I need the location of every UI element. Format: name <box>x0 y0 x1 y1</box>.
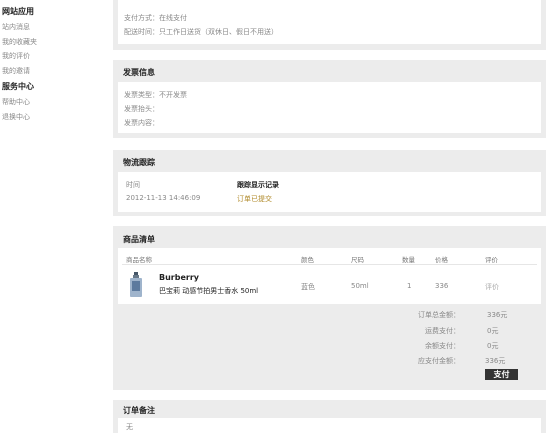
invoice-panel: 发票信息 发票类型：不开发票 发票抬头： 发票内容： <box>113 60 546 138</box>
product-size: 50ml <box>351 282 369 290</box>
logistics-panel-body: 时间 跟踪显示记录 2012-11-13 14:46:09 订单已提交 <box>118 172 541 212</box>
invoice-panel-body: 发票类型：不开发票 发票抬头： 发票内容： <box>118 82 541 133</box>
logistics-time-value: 2012-11-13 14:46:09 <box>126 194 201 202</box>
delivery-time-text: 配送时间：只工作日送货（双休日、假日不用送） <box>124 28 278 36</box>
review-link[interactable]: 评价 <box>485 282 499 292</box>
order-remark-title: 订单备注 <box>123 406 155 415</box>
order-remark-body: 无 <box>118 418 541 433</box>
product-name-link[interactable]: 巴宝莉 动感节拍男士香水 50ml <box>159 286 258 296</box>
sidebar-item-help[interactable]: 帮助中心 <box>2 97 30 107</box>
column-header-quantity: 数量 <box>402 256 415 264</box>
invoice-type-text: 发票类型：不开发票 <box>124 91 187 99</box>
product-price: 336 <box>435 282 449 290</box>
summary-balance-label: 余额支付： <box>425 342 460 350</box>
product-brand-link[interactable]: Burberry <box>159 273 199 282</box>
summary-due-label: 应支付金额： <box>418 357 460 365</box>
summary-total-value: 336元 <box>487 311 508 319</box>
sidebar-section-title-service: 服务中心 <box>2 82 34 91</box>
order-remark-value: 无 <box>126 423 133 431</box>
summary-balance-value: 0元 <box>487 342 499 350</box>
column-header-size: 尺码 <box>351 256 364 264</box>
sidebar-item-favorites[interactable]: 我的收藏夹 <box>2 37 37 47</box>
summary-shipping-label: 运费支付： <box>425 327 460 335</box>
sidebar-item-messages[interactable]: 站内消息 <box>2 22 30 32</box>
pay-button[interactable]: 支付 <box>485 369 518 380</box>
summary-due-value: 336元 <box>485 357 506 365</box>
product-color: 蓝色 <box>301 283 315 291</box>
invoice-header-text: 发票抬头： <box>124 105 159 113</box>
header-divider <box>122 264 537 265</box>
column-header-name: 商品名称 <box>126 256 152 264</box>
summary-shipping-value: 0元 <box>487 327 499 335</box>
logistics-record-label: 跟踪显示记录 <box>237 181 279 189</box>
logistics-time-label: 时间 <box>126 181 140 189</box>
order-remark-panel: 订单备注 无 <box>113 400 546 433</box>
product-list-panel: 商品清单 商品名称 颜色 尺码 数量 价格 评价 Burberry 巴宝莉 动感… <box>113 226 546 390</box>
sidebar-item-invites[interactable]: 我的邀请 <box>2 66 30 76</box>
column-header-price: 价格 <box>435 256 448 264</box>
product-quantity: 1 <box>407 282 412 290</box>
column-header-review: 评价 <box>485 256 498 264</box>
invoice-title: 发票信息 <box>123 68 155 77</box>
product-thumbnail[interactable] <box>129 272 143 298</box>
invoice-content-text: 发票内容： <box>124 119 159 127</box>
sidebar-section-title-apps: 网站应用 <box>2 7 34 16</box>
payment-method-text: 支付方式：在线支付 <box>124 14 187 22</box>
payment-panel-body: 支付方式：在线支付 配送时间：只工作日送货（双休日、假日不用送） <box>118 0 541 44</box>
sidebar-item-returns[interactable]: 退换中心 <box>2 112 30 122</box>
sidebar-item-reviews[interactable]: 我的评价 <box>2 51 30 61</box>
summary-total-label: 订单总金额： <box>418 311 460 319</box>
logistics-record-value: 订单已提交 <box>237 195 272 203</box>
logistics-panel: 物流跟踪 时间 跟踪显示记录 2012-11-13 14:46:09 订单已提交 <box>113 150 546 216</box>
product-list-title: 商品清单 <box>123 235 155 244</box>
product-table: 商品名称 颜色 尺码 数量 价格 评价 Burberry 巴宝莉 动感节拍男士香 <box>118 248 541 304</box>
logistics-title: 物流跟踪 <box>123 158 155 167</box>
payment-panel: 支付方式：在线支付 配送时间：只工作日送货（双休日、假日不用送） <box>113 0 546 50</box>
column-header-color: 颜色 <box>301 256 314 264</box>
